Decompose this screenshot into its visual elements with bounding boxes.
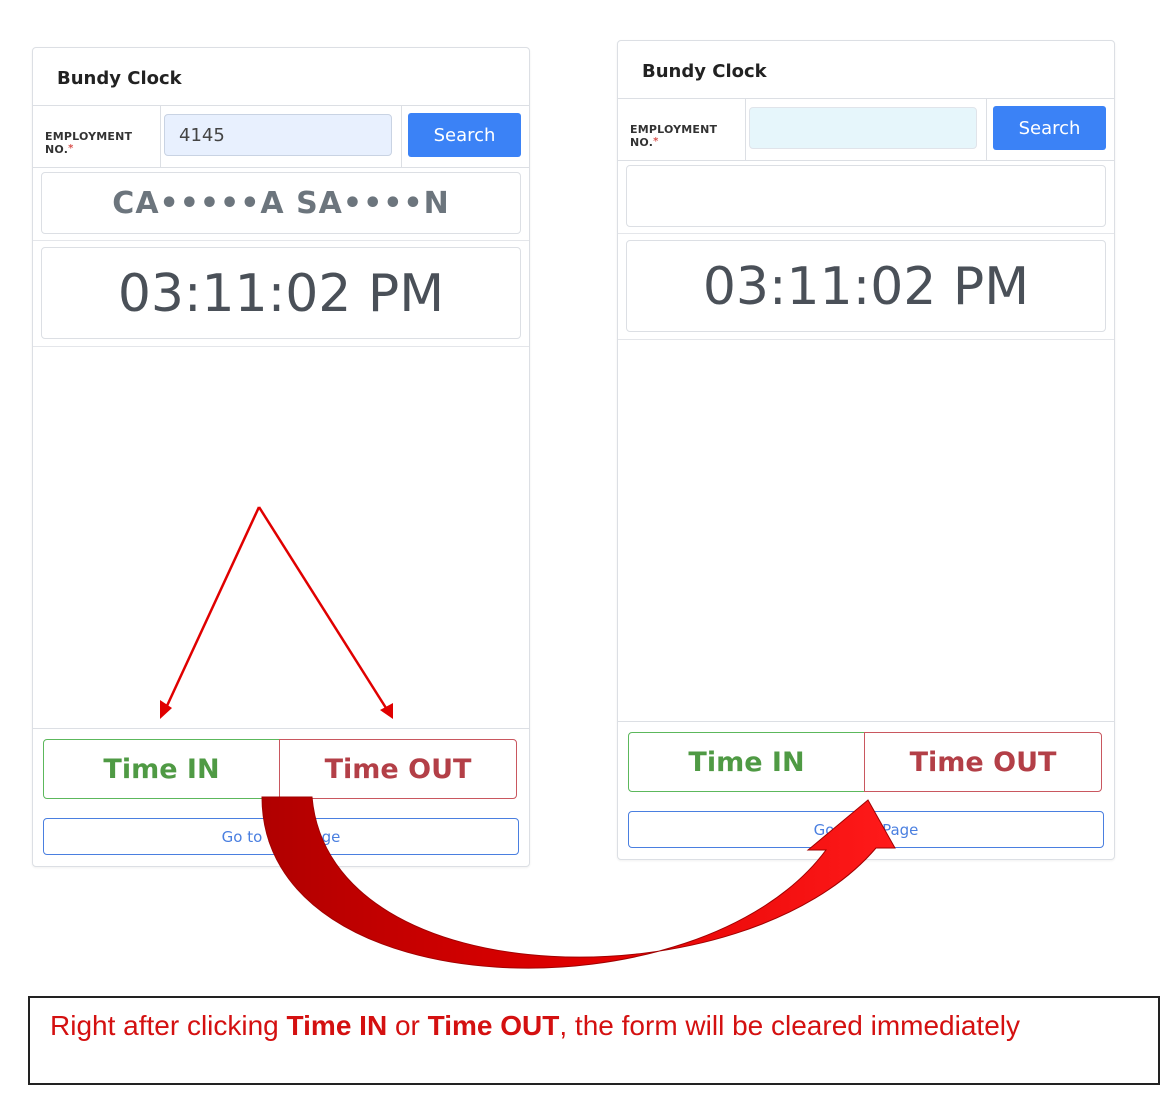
time-in-button[interactable]: Time IN <box>43 739 280 799</box>
divider <box>618 721 1114 722</box>
divider <box>33 728 529 729</box>
required-mark: * <box>653 136 659 147</box>
annotation-note: Right after clicking Time IN or Time OUT… <box>28 996 1160 1085</box>
panel-title: Bundy Clock <box>57 68 182 89</box>
search-button[interactable]: Search <box>993 106 1106 150</box>
employment-label-cell: EMPLOYMENT NO.* <box>33 106 161 167</box>
time-out-button[interactable]: Time OUT <box>279 739 517 799</box>
search-button[interactable]: Search <box>408 113 521 157</box>
divider <box>618 339 1114 340</box>
divider <box>33 240 529 241</box>
divider <box>618 233 1114 234</box>
time-out-button[interactable]: Time OUT <box>864 732 1102 792</box>
panel-title: Bundy Clock <box>642 61 767 82</box>
annotation-text: Right after clicking Time IN or Time OUT… <box>50 1010 1020 1041</box>
employee-name-display: CA•••••A SA••••N <box>41 172 521 234</box>
employment-row: EMPLOYMENT NO.* Search <box>618 99 1114 161</box>
go-to-page-button[interactable]: Go Page <box>628 811 1104 848</box>
employment-label: EMPLOYMENT NO.* <box>45 130 133 156</box>
clock-display: 03:11:02 PM <box>626 240 1106 332</box>
employment-label: EMPLOYMENT NO.* <box>630 123 718 149</box>
panel-header: Bundy Clock <box>618 41 1114 99</box>
divider <box>33 346 529 347</box>
employee-name-display <box>626 165 1106 227</box>
employment-row: EMPLOYMENT NO.* Search <box>33 106 529 168</box>
employment-no-input[interactable] <box>749 107 977 149</box>
employment-input-cell <box>747 99 987 160</box>
employment-input-cell <box>162 106 402 167</box>
employment-label-cell: EMPLOYMENT NO.* <box>618 99 746 160</box>
bundy-clock-panel-before: Bundy Clock EMPLOYMENT NO.* Search CA•••… <box>32 47 530 867</box>
panel-header: Bundy Clock <box>33 48 529 106</box>
employment-no-input[interactable] <box>164 114 392 156</box>
go-to-page-button[interactable]: Go to L Page <box>43 818 519 855</box>
time-in-button[interactable]: Time IN <box>628 732 865 792</box>
bundy-clock-panel-after: Bundy Clock EMPLOYMENT NO.* Search 03:11… <box>617 40 1115 860</box>
clock-display: 03:11:02 PM <box>41 247 521 339</box>
required-mark: * <box>68 143 74 154</box>
